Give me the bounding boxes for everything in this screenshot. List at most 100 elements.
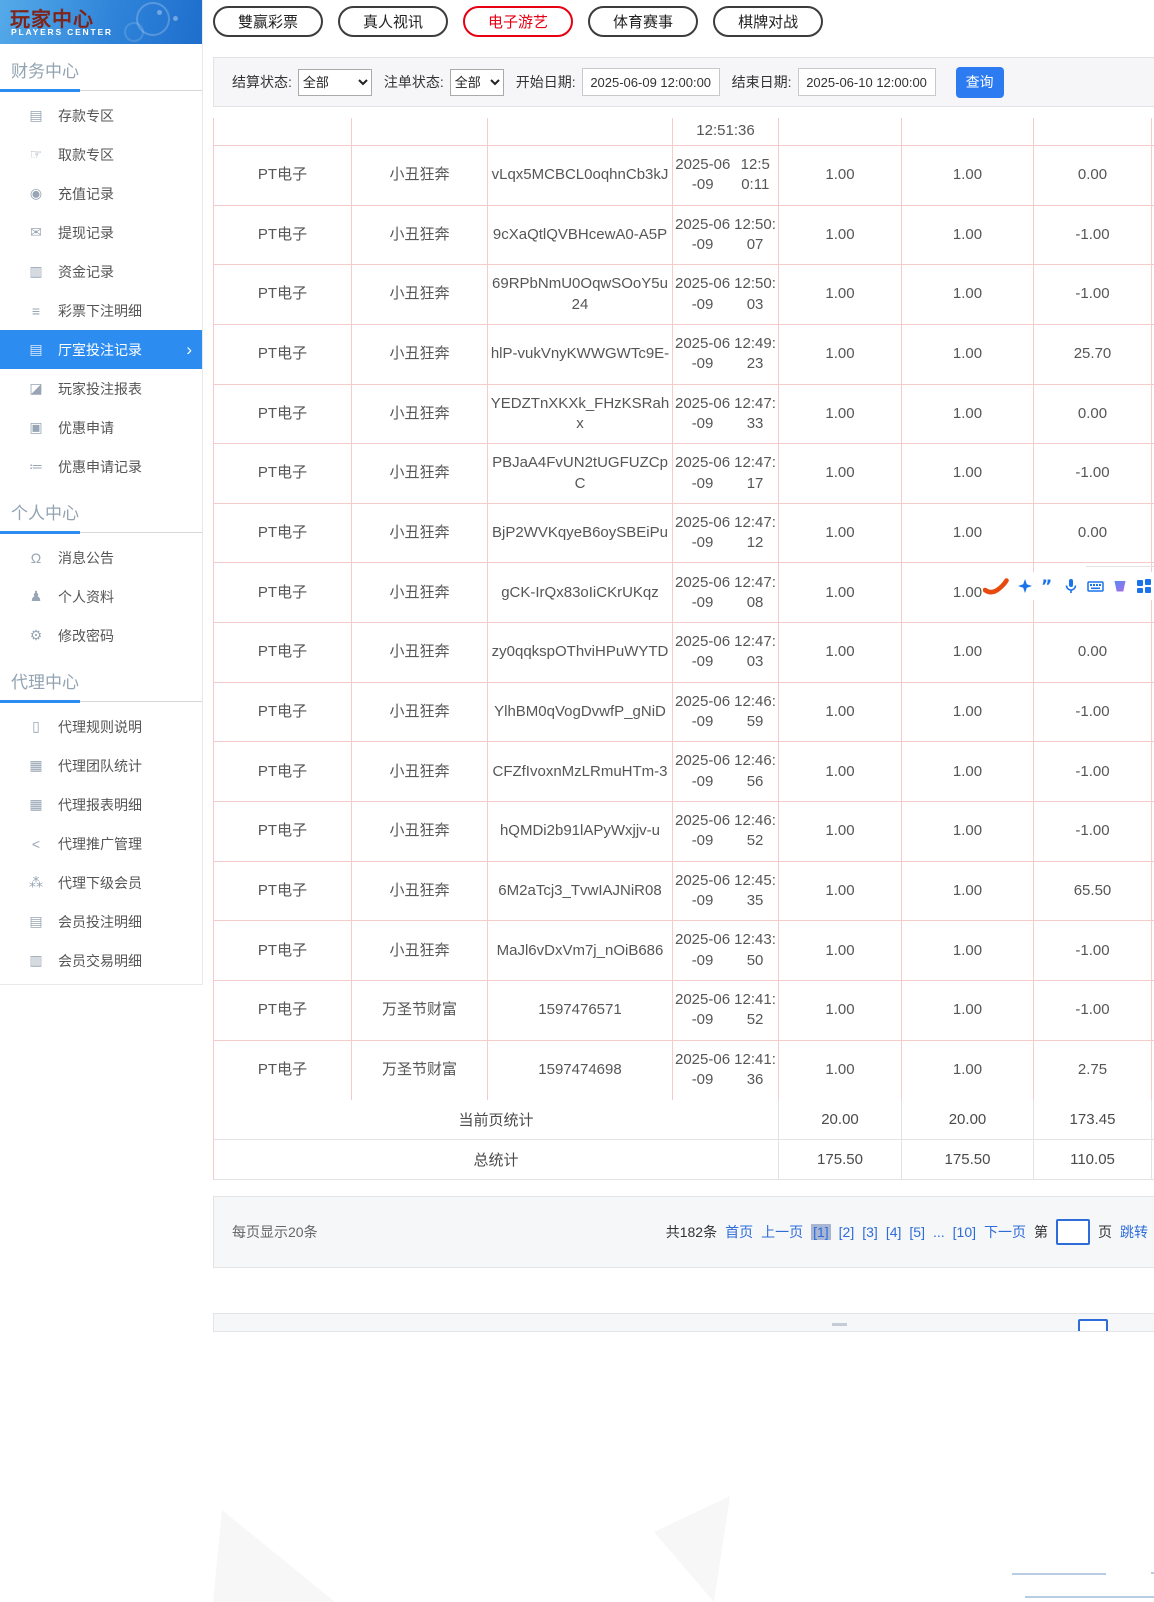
time-cell: 2025-06-0912:43:50 (673, 921, 779, 980)
tab-live-video[interactable]: 真人视讯 (338, 6, 448, 37)
payout-cell: 0.00 (1034, 146, 1152, 205)
sidebar-item-member-transaction-detail[interactable]: ▥会员交易明细 (0, 941, 202, 980)
sidebar-item-message-notice[interactable]: Ω消息公告 (0, 538, 202, 577)
sidebar-item-profile[interactable]: ♟个人资料 (0, 577, 202, 616)
end-date-label: 结束日期: (732, 72, 792, 92)
order-id-cell: YlhBM0qVogDvwfP_gNiD (488, 683, 673, 742)
bet-amount-cell: 1.00 (779, 265, 902, 324)
sidebar-item-label: 修改密码 (58, 626, 114, 646)
payout-cell: -1.00 (1034, 265, 1152, 324)
bet-amount-cell: 1.00 (779, 623, 902, 682)
withdraw-hand-icon: ☞ (27, 146, 45, 163)
microphone-icon[interactable] (1063, 578, 1079, 594)
per-page-label: 每页显示20条 (232, 1222, 318, 1242)
sidebar-item-agent-promotion[interactable]: <代理推广管理 (0, 824, 202, 863)
jump-button[interactable]: 跳转 (1120, 1222, 1148, 1242)
settle-status-select[interactable]: 全部 (298, 69, 372, 96)
sidebar-item-promo-apply-record[interactable]: ≔优惠申请记录 (0, 447, 202, 486)
page-link-4[interactable]: [4] (886, 1224, 902, 1240)
clipped-jump-input[interactable] (1078, 1319, 1108, 1332)
plane-icon[interactable] (1017, 578, 1033, 594)
game-name-cell: 小丑狂奔 (352, 265, 488, 324)
bet-amount-cell: 1.00 (779, 921, 902, 980)
sidebar-item-label: 优惠申请 (58, 418, 114, 438)
bet-amount-cell: 1.00 (779, 504, 902, 563)
tab-board-games[interactable]: 棋牌对战 (713, 6, 823, 37)
table-row: PT电子小丑狂奔PBJaA4FvUN2tUGFUZCpC2025-06-0912… (214, 444, 1154, 504)
sidebar-sections: 财务中心▤存款专区☞取款专区◉充值记录✉提现记录▥资金记录≡彩票下注明细▤厅室投… (0, 44, 202, 980)
provider-cell: PT电子 (214, 444, 352, 503)
sidebar-item-funds-record[interactable]: ▥资金记录 (0, 252, 202, 291)
table-row: PT电子小丑狂奔BjP2WVKqyeB6oySBEiPu2025-06-0912… (214, 504, 1154, 564)
time-cell: 2025-06-0912:46:59 (673, 683, 779, 742)
game-name-cell: 小丑狂奔 (352, 444, 488, 503)
game-name-cell: 小丑狂奔 (352, 504, 488, 563)
sidebar-item-agent-report-detail[interactable]: ▦代理报表明细 (0, 785, 202, 824)
game-name-cell: 小丑狂奔 (352, 921, 488, 980)
game-name-cell: 小丑狂奔 (352, 623, 488, 682)
sidebar-item-hall-bet-record[interactable]: ▤厅室投注记录› (0, 330, 202, 369)
search-button[interactable]: 查询 (956, 67, 1004, 98)
tab-electronic-games[interactable]: 电子游艺 (463, 6, 573, 37)
sidebar-item-player-bet-report[interactable]: ◪玩家投注报表 (0, 369, 202, 408)
sidebar-item-agent-team-stats[interactable]: ▦代理团队统计 (0, 746, 202, 785)
page-links: [1] [2] [3] [4] [5] (811, 1224, 925, 1240)
quotes-icon[interactable]: ” (1041, 578, 1055, 594)
bet-amount-cell: 1.00 (779, 981, 902, 1040)
table-rows: PT电子小丑狂奔vLqx5MCBCL0oqhnCb3kJ2025-06-0912… (214, 146, 1154, 1100)
valid-bet-cell: 1.00 (902, 146, 1034, 205)
apps-grid-icon[interactable] (1136, 578, 1152, 594)
table-row: PT电子万圣节财富15974765712025-06-0912:41:521.0… (214, 981, 1154, 1041)
sidebar-item-recharge-record[interactable]: ◉充值记录 (0, 174, 202, 213)
total-bet: 175.50 (779, 1140, 902, 1179)
time-cell: 2025-06-0912:46:52 (673, 802, 779, 861)
secondary-pagination-bar-clipped (213, 1313, 1154, 1332)
time-cell: 2025-06-0912:49:23 (673, 325, 779, 384)
sidebar-item-agent-rules[interactable]: ▯代理规则说明 (0, 707, 202, 746)
gear-icon: ⚙ (27, 627, 45, 644)
sidebar-section-underline (0, 529, 202, 533)
page-link-1[interactable]: [1] (811, 1224, 831, 1240)
valid-bet-cell: 1.00 (902, 683, 1034, 742)
time-cell: 2025-06-0912:41:52 (673, 981, 779, 1040)
page-link-5[interactable]: [5] (909, 1224, 925, 1240)
translate-icon[interactable] (1112, 578, 1128, 594)
first-page-link[interactable]: 首页 (725, 1222, 753, 1242)
end-date-input[interactable] (798, 68, 936, 96)
order-status-select[interactable]: 全部 (450, 69, 504, 96)
next-page-link[interactable]: 下一页 (984, 1222, 1026, 1242)
sidebar-item-label: 玩家投注报表 (58, 379, 142, 399)
sidebar-item-promo-apply[interactable]: ▣优惠申请 (0, 408, 202, 447)
tab-sports[interactable]: 体育赛事 (588, 6, 698, 37)
sidebar-item-withdraw-record[interactable]: ✉提现记录 (0, 213, 202, 252)
promo-record-icon: ≔ (27, 458, 45, 475)
ime-logo-swoosh-icon[interactable] (983, 577, 1009, 595)
list-doc-icon: ≡ (27, 303, 45, 319)
sidebar-item-label: 存款专区 (58, 106, 114, 126)
time-cell: 2025-06-0912:41:36 (673, 1041, 779, 1101)
sidebar-item-change-password[interactable]: ⚙ 修改密码 (0, 616, 202, 655)
last-page-link[interactable]: [10] (953, 1224, 976, 1240)
bet-amount-cell: 1.00 (779, 444, 902, 503)
sidebar-item-lottery-bet-detail[interactable]: ≡彩票下注明细 (0, 291, 202, 330)
keyboard-icon[interactable] (1087, 578, 1104, 594)
prev-page-link[interactable]: 上一页 (761, 1222, 803, 1242)
bet-amount-cell: 1.00 (779, 1041, 902, 1101)
valid-bet-cell: 1.00 (902, 802, 1034, 861)
sidebar-item-agent-sub-members[interactable]: ⁂代理下级会员 (0, 863, 202, 902)
start-date-input[interactable] (582, 68, 720, 96)
page-link-3[interactable]: [3] (862, 1224, 878, 1240)
page-link-2[interactable]: [2] (839, 1224, 855, 1240)
page-jump-input[interactable] (1056, 1219, 1090, 1245)
provider-cell: PT电子 (214, 981, 352, 1040)
table-row: PT电子小丑狂奔YlhBM0qVogDvwfP_gNiD2025-06-0912… (214, 683, 1154, 743)
sidebar-item-deposit-zone[interactable]: ▤存款专区 (0, 96, 202, 135)
sidebar-item-member-bet-detail[interactable]: ▤会员投注明细 (0, 902, 202, 941)
sidebar-item-label: 资金记录 (58, 262, 114, 282)
order-id-cell: CFZfIvoxnMzLRmuHTm-3 (488, 742, 673, 801)
clipped-element-edge (1012, 1573, 1106, 1575)
table-row: PT电子小丑狂奔CFZfIvoxnMzLRmuHTm-32025-06-0912… (214, 742, 1154, 802)
tab-lottery[interactable]: 雙赢彩票 (213, 6, 323, 37)
report-detail-icon: ▦ (27, 796, 45, 813)
sidebar-item-withdraw-zone[interactable]: ☞取款专区 (0, 135, 202, 174)
